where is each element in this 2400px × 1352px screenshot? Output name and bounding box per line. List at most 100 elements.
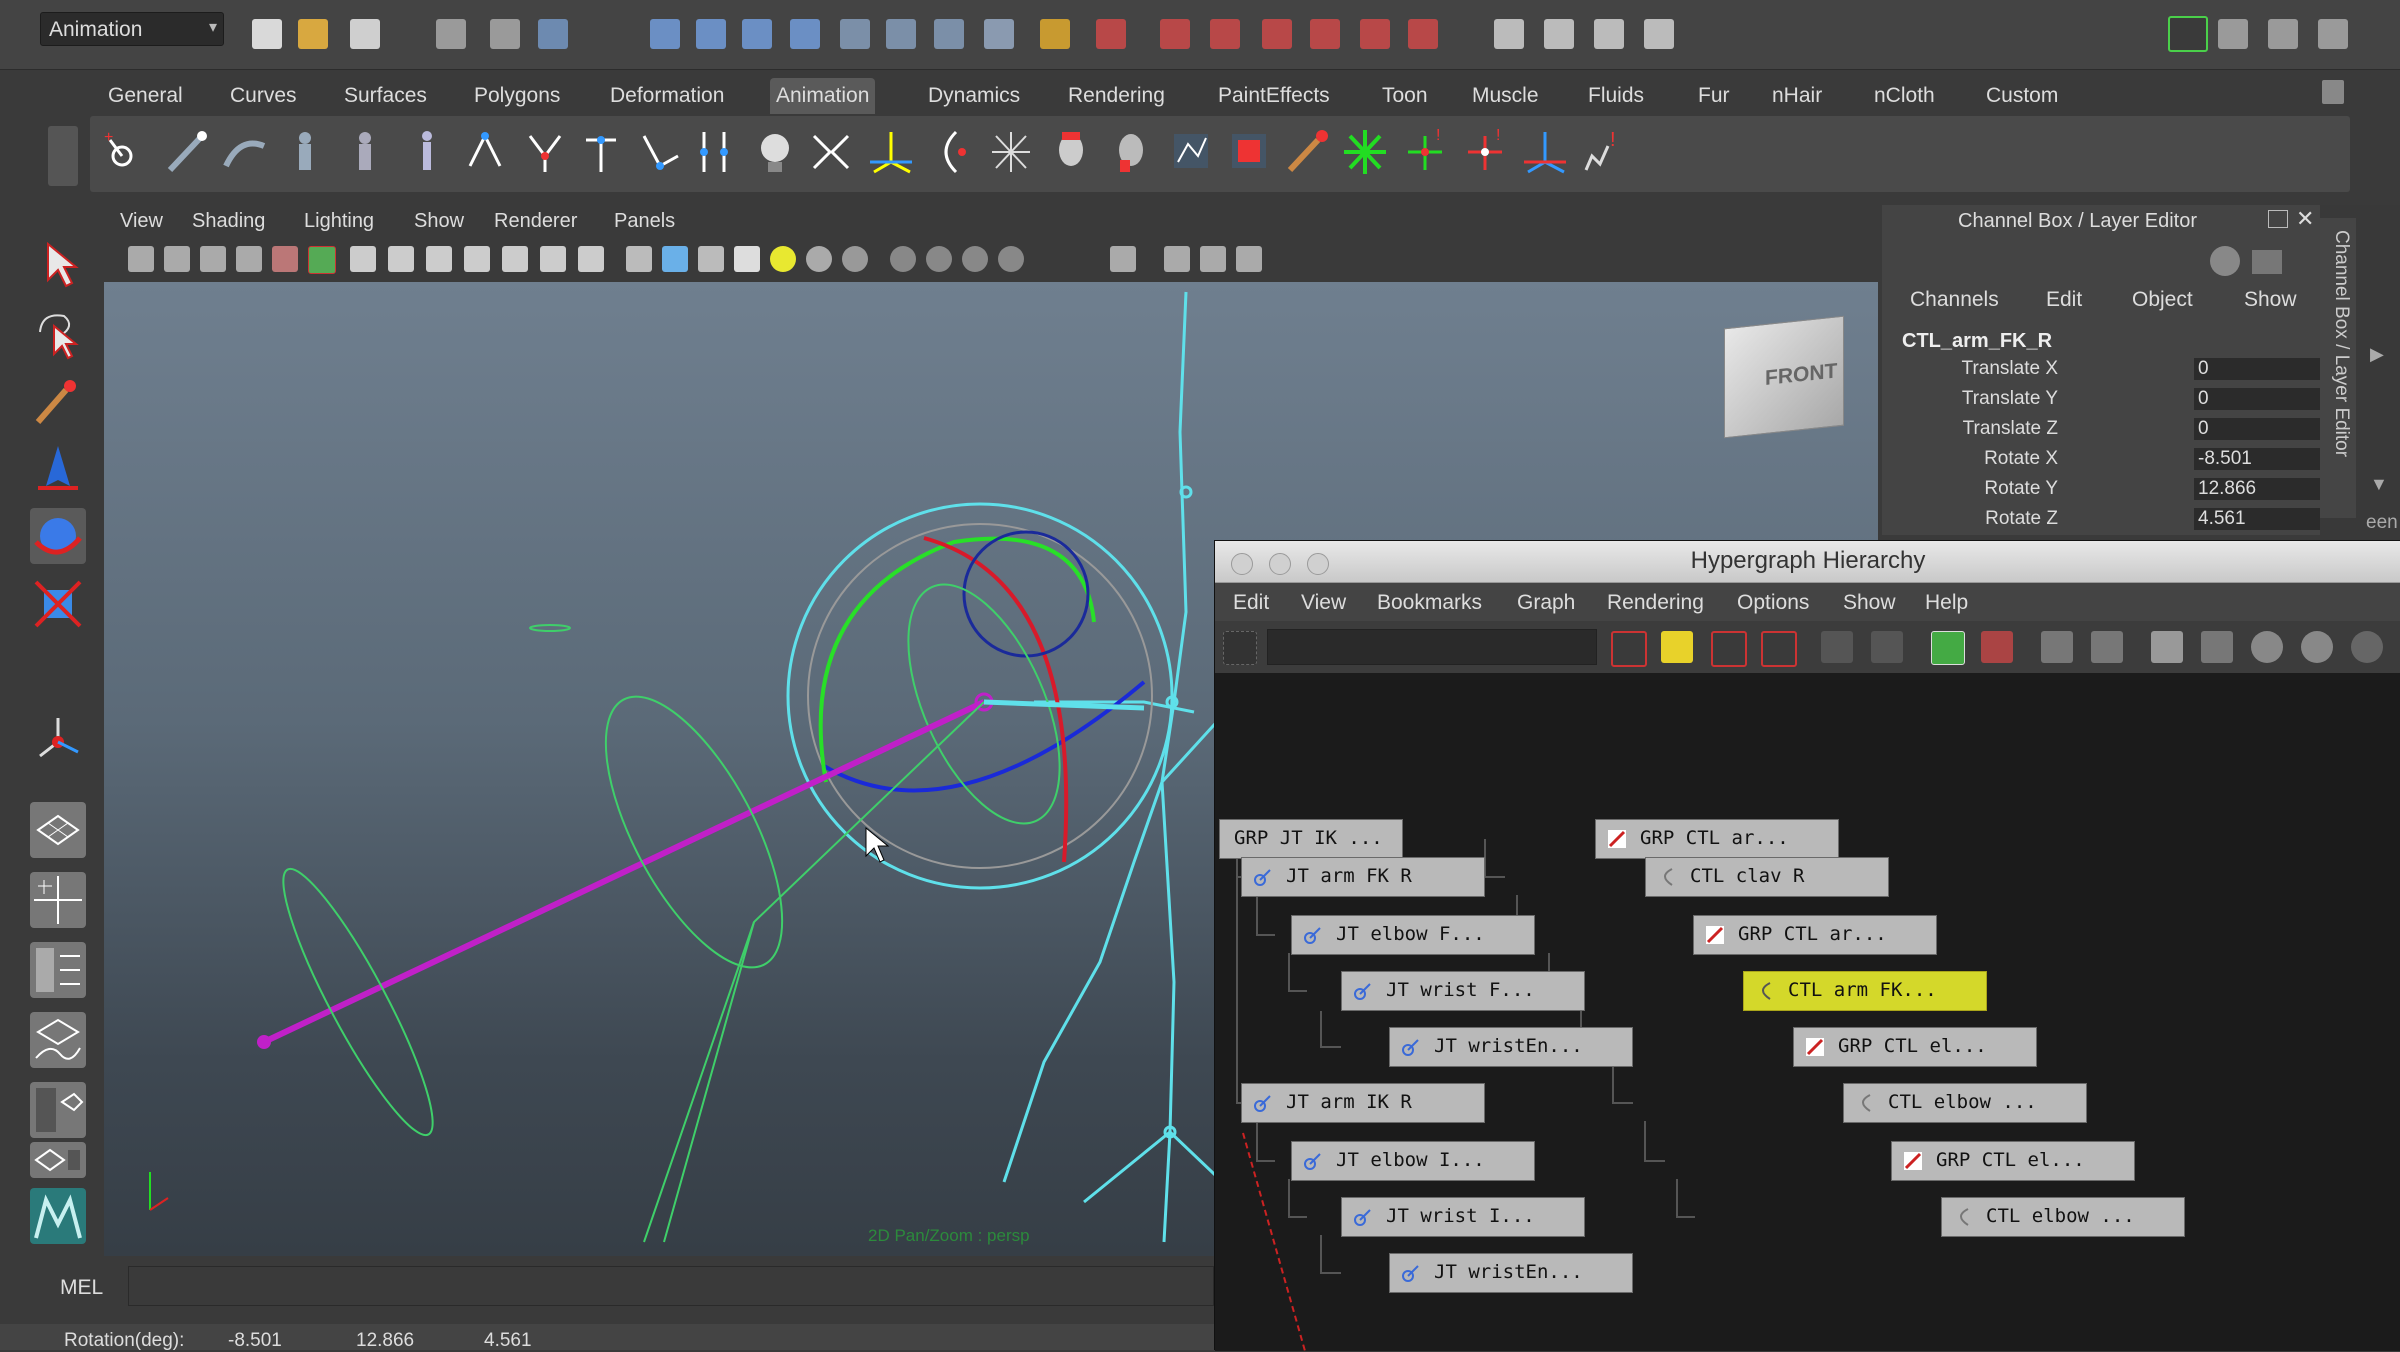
hypergraph-menu-edit[interactable]: Edit [1233,591,1269,615]
mirror-joint-icon[interactable] [520,126,570,178]
channel-value[interactable]: 12.866 [2194,478,2322,500]
hierarchy-node[interactable]: CTL clav R [1645,857,1889,897]
graph-editor-icon[interactable] [1594,19,1624,49]
fk-arm-joint[interactable] [663,701,985,1243]
viewport-menu-show[interactable]: Show [414,210,464,233]
hierarchy-node[interactable]: JT arm IK R [1241,1083,1485,1123]
viewport-menu-shading[interactable]: Shading [192,210,265,233]
snap-point-icon[interactable] [742,19,772,49]
shelf-tab-ncloth[interactable]: nCloth [1868,78,1941,114]
channel-translate-y[interactable]: Translate Y 0 [1902,388,2322,418]
shelf-tab-surfaces[interactable]: Surfaces [338,78,433,114]
remove-joint-icon[interactable] [636,126,686,178]
frame-selection-icon[interactable] [1711,631,1747,667]
arrow-right-icon[interactable]: ▶ [2370,344,2384,365]
grid-icon[interactable] [350,246,376,272]
shelf-tab-polygons[interactable]: Polygons [468,78,566,114]
input-output-connections-icon[interactable] [1871,631,1903,663]
xray-joints-icon[interactable] [1164,246,1190,272]
menu-set-dropdown[interactable]: Animation ▾ [40,12,224,46]
hypershade-icon[interactable] [1310,19,1340,49]
attribute-editor-icon[interactable] [2218,19,2248,49]
channel-box-menu-channels[interactable]: Channels [1910,288,1999,312]
hypergraph-titlebar[interactable]: Hypergraph Hierarchy [1215,541,2400,583]
hierarchy-node[interactable]: JT elbow F... [1291,915,1535,955]
view-rotate-ring[interactable] [962,530,1090,658]
share-icon[interactable] [1236,246,1262,272]
hierarchy-node[interactable]: JT wrist F... [1341,971,1585,1011]
close-icon[interactable]: ✕ [2296,206,2314,232]
snap-grid-icon[interactable] [650,19,680,49]
frame-all-icon[interactable] [1661,631,1693,663]
clapperboard-icon[interactable] [1494,19,1524,49]
shadows-icon[interactable] [806,246,832,272]
wireframe-on-shaded-icon[interactable] [698,246,724,272]
orient-constraint-icon[interactable] [926,126,976,178]
channel-translate-x[interactable]: Translate X 0 [1902,358,2322,388]
shelf-tab-painteffects[interactable]: PaintEffects [1212,78,1336,114]
reroot-icon[interactable] [806,126,856,178]
four-view-layout-icon[interactable] [30,872,86,928]
paint-weights-icon[interactable] [1282,126,1332,178]
hierarchy-node[interactable]: JT wristEn... [1389,1253,1633,1293]
hierarchy-node[interactable]: GRP CTL ar... [1693,915,1937,955]
select-component-icon[interactable] [538,19,568,49]
open-scene-icon[interactable] [298,19,328,49]
hierarchy-node[interactable]: JT wrist I... [1341,1197,1585,1237]
toggle-freeform-icon[interactable] [1223,631,1257,665]
hand-control-ellipse[interactable] [263,856,453,1147]
shelf-menu-icon[interactable] [48,126,78,186]
select-object-icon[interactable] [490,19,520,49]
outliner-layout-icon[interactable] [30,942,86,998]
film-gate-icon[interactable] [388,246,414,272]
scene-hierarchy-icon[interactable] [1821,631,1853,663]
shelf-tab-muscle[interactable]: Muscle [1466,78,1545,114]
hierarchy-node[interactable]: GRP CTL ar... [1595,819,1839,859]
joint-tool-icon[interactable]: + [100,126,150,178]
snap-view-plane-icon[interactable] [790,19,820,49]
more-tools-icon[interactable] [2351,631,2383,663]
sidebar-toggle-icon[interactable] [2168,16,2208,52]
hierarchy-node-selected[interactable]: CTL arm FK... [1743,971,1987,1011]
set-driven-key-icon[interactable] [1046,126,1096,178]
paint-select-icon[interactable] [30,374,86,430]
rotate-tool-icon[interactable] [30,508,86,564]
output-ops-icon[interactable] [934,19,964,49]
render-view-icon[interactable] [1360,19,1390,49]
snap-curve-icon[interactable] [696,19,726,49]
hierarchy-node[interactable]: JT elbow I... [1291,1141,1535,1181]
render-region-icon[interactable] [1096,19,1126,49]
input-ops-icon[interactable] [886,19,916,49]
channel-value[interactable]: 4.561 [2194,508,2322,530]
hypergraph-menu-help[interactable]: Help [1925,591,1968,615]
field-chart-icon[interactable] [502,246,528,272]
viewport-menu-view[interactable]: View [120,210,163,233]
grease-pencil-icon[interactable] [308,246,336,274]
aim-constraint-icon[interactable] [866,126,916,178]
safe-title-icon[interactable] [578,246,604,272]
channel-rotate-z[interactable]: Rotate Z 4.561 [1902,508,2322,538]
select-camera-icon[interactable] [128,246,154,272]
shelf-tab-dynamics[interactable]: Dynamics [922,78,1026,114]
move-tool-icon[interactable] [30,442,86,498]
hypergraph-graph-area[interactable]: GRP JT IK ... JT arm FK R JT elbow F... … [1215,673,2400,1351]
hypergraph-menu-view[interactable]: View [1301,591,1346,615]
help-icon[interactable] [984,19,1014,49]
frame-hierarchy-icon[interactable] [1761,631,1797,667]
add-bookmark-icon[interactable] [1931,631,1965,665]
channel-box-menu-show[interactable]: Show [2244,288,2297,312]
tool-options-icon[interactable] [2252,250,2282,274]
viewport-menu-panels[interactable]: Panels [614,210,675,233]
persp-graph-layout-icon[interactable] [30,1142,86,1178]
trash-icon[interactable] [2322,80,2344,104]
ik-spline-icon[interactable] [220,126,270,178]
save-scene-icon[interactable] [350,19,380,49]
depth-of-field-icon[interactable] [962,246,988,272]
shelf-tab-rendering[interactable]: Rendering [1062,78,1171,114]
hierarchy-node[interactable]: GRP CTL el... [1891,1141,2135,1181]
shelf-tab-nhair[interactable]: nHair [1766,78,1828,114]
smooth-bind-icon[interactable] [340,126,390,178]
character-icon[interactable] [402,126,452,178]
tool-settings-icon[interactable] [2268,19,2298,49]
hypergraph-menu-show[interactable]: Show [1843,591,1896,615]
